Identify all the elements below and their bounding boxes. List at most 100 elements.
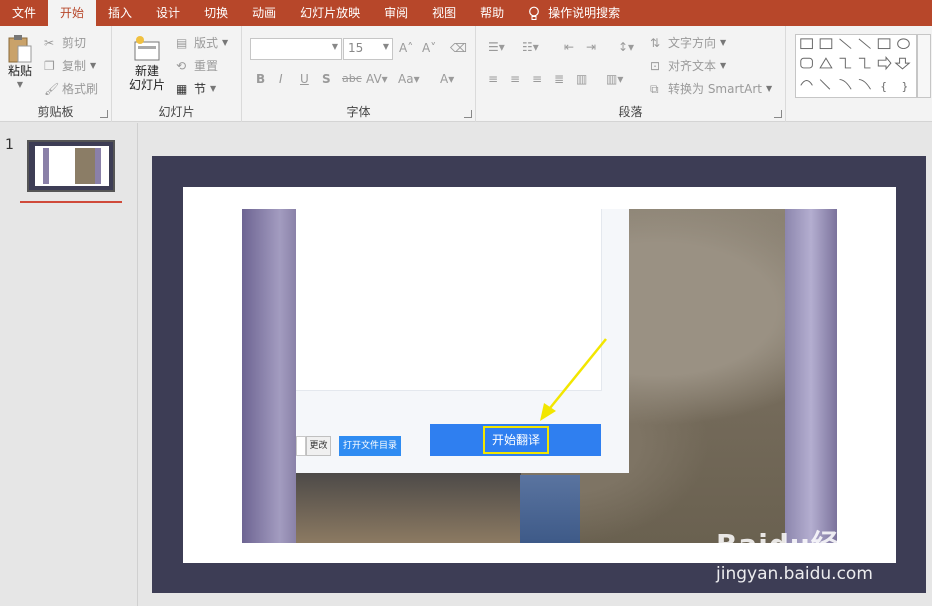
align-text-button[interactable]: ⊡ 对齐文本 ▼ bbox=[650, 57, 726, 74]
clear-format-icon[interactable]: ⌫ bbox=[450, 41, 467, 55]
layout-label: 版式 bbox=[194, 36, 219, 50]
section-icon: ▦ bbox=[176, 81, 188, 96]
image-water bbox=[520, 475, 580, 543]
baidu-watermark-url: jingyan.baidu.com bbox=[716, 564, 873, 584]
font-size-value: 15 bbox=[348, 41, 364, 55]
font-launcher-icon[interactable] bbox=[464, 110, 472, 118]
paste-button[interactable]: 粘贴 ▼ bbox=[4, 34, 36, 92]
group-paragraph: ☰▾ ☷▾ ⇤ ⇥ ↕▾ ≡ ≡ ≡ ≣ ▥ ▥▾ ⇅ 文字方向 ▼ ⊡ 对齐文… bbox=[476, 26, 786, 122]
new-slide-label-1: 新建 bbox=[134, 64, 159, 78]
tab-file[interactable]: 文件 bbox=[0, 0, 48, 26]
bullets-icon[interactable]: ☰▾ bbox=[488, 40, 505, 54]
decrease-indent-icon[interactable]: ⇤ bbox=[564, 40, 574, 54]
font-group-label: 字体 bbox=[346, 105, 371, 119]
format-painter-label: 格式刷 bbox=[62, 82, 99, 96]
character-spacing-icon[interactable]: AV▾ bbox=[366, 72, 388, 86]
font-name-dropdown-icon: ▼ bbox=[331, 42, 338, 51]
convert-smartart-button[interactable]: ⧉ 转换为 SmartArt ▼ bbox=[650, 80, 772, 97]
font-name-field[interactable]: ▼ bbox=[250, 38, 342, 60]
copy-icon: ❐ bbox=[44, 58, 55, 73]
tab-view[interactable]: 视图 bbox=[420, 0, 468, 26]
distributed-icon[interactable]: ▥ bbox=[576, 72, 587, 86]
reset-button[interactable]: ⟲ 重置 bbox=[176, 57, 218, 74]
format-painter-button[interactable]: 🖌 格式刷 bbox=[44, 80, 98, 97]
slide-thumbnail-panel: 1 bbox=[0, 123, 138, 606]
copy-label: 复制 bbox=[62, 59, 87, 73]
section-button[interactable]: ▦ 节 ▼ bbox=[176, 80, 216, 97]
align-right-icon[interactable]: ≡ bbox=[532, 72, 542, 86]
tell-me-search[interactable]: 操作说明搜索 bbox=[516, 0, 632, 26]
font-color-icon[interactable]: A▾ bbox=[440, 72, 454, 86]
group-font: ▼ 15 ▼ A˄ A˅ ⌫ B I U S abc AV▾ Aa▾ A▾ 字体 bbox=[242, 26, 476, 122]
svg-text:}: } bbox=[902, 80, 909, 93]
new-slide-label-2: 幻灯片 bbox=[128, 78, 165, 92]
font-size-field[interactable]: 15 ▼ bbox=[343, 38, 393, 60]
shadow-icon[interactable]: S bbox=[322, 72, 331, 86]
layout-icon: ▤ bbox=[176, 35, 188, 50]
thumbnail-insertion-marker bbox=[20, 201, 122, 203]
change-case-icon[interactable]: Aa▾ bbox=[398, 72, 420, 86]
cut-label: 剪切 bbox=[62, 36, 87, 50]
slide-number: 1 bbox=[5, 137, 14, 153]
line-spacing-icon[interactable]: ↕▾ bbox=[618, 40, 634, 54]
image-rocks-bottom bbox=[296, 473, 521, 543]
clipboard-launcher-icon[interactable] bbox=[100, 110, 108, 118]
columns-icon[interactable]: ▥▾ bbox=[606, 72, 623, 86]
start-translate-label: 开始翻译 bbox=[483, 426, 549, 454]
align-center-icon[interactable]: ≡ bbox=[510, 72, 520, 86]
tab-review[interactable]: 审阅 bbox=[372, 0, 420, 26]
text-direction-button[interactable]: ⇅ 文字方向 ▼ bbox=[650, 34, 726, 51]
paragraph-launcher-icon[interactable] bbox=[774, 110, 782, 118]
paste-icon bbox=[8, 35, 32, 63]
reset-icon: ⟲ bbox=[176, 58, 187, 73]
decrease-font-icon[interactable]: A˅ bbox=[422, 41, 436, 55]
group-clipboard: 粘贴 ▼ ✂ 剪切 ❐ 复制 ▼ 🖌 格式刷 剪贴板 bbox=[0, 26, 112, 122]
ribbon-home: 粘贴 ▼ ✂ 剪切 ❐ 复制 ▼ 🖌 格式刷 剪贴板 新建 幻灯片 ▤ 版式 ▼ bbox=[0, 26, 932, 122]
new-slide-icon bbox=[134, 36, 160, 61]
tab-slideshow[interactable]: 幻灯片放映 bbox=[288, 0, 372, 26]
slide-thumbnail[interactable] bbox=[27, 140, 115, 192]
layout-dropdown-icon: ▼ bbox=[222, 38, 229, 47]
clipboard-group-label: 剪贴板 bbox=[37, 105, 74, 119]
ribbon-tab-bar: 文件 开始 插入 设计 切换 动画 幻灯片放映 审阅 视图 帮助 操作说明搜索 bbox=[0, 0, 932, 26]
layout-button[interactable]: ▤ 版式 ▼ bbox=[176, 34, 228, 51]
shapes-gallery[interactable]: { } bbox=[795, 34, 917, 98]
paragraph-group-label: 段落 bbox=[618, 105, 643, 119]
increase-indent-icon[interactable]: ⇥ bbox=[586, 40, 596, 54]
section-label: 节 bbox=[194, 82, 207, 96]
image-purple-left-edge bbox=[242, 209, 296, 543]
align-text-icon: ⊡ bbox=[650, 58, 661, 73]
shapes-gallery-scroll[interactable] bbox=[917, 34, 931, 98]
align-left-icon[interactable]: ≡ bbox=[488, 72, 498, 86]
numbering-icon[interactable]: ☷▾ bbox=[522, 40, 539, 54]
new-slide-button[interactable]: 新建 幻灯片 bbox=[122, 34, 172, 92]
justify-icon[interactable]: ≣ bbox=[554, 72, 564, 86]
strikethrough-icon[interactable]: abc bbox=[342, 72, 362, 85]
font-size-dropdown-icon: ▼ bbox=[382, 42, 389, 51]
copy-button[interactable]: ❐ 复制 ▼ bbox=[44, 57, 96, 74]
tab-home[interactable]: 开始 bbox=[48, 0, 97, 26]
svg-text:{: { bbox=[880, 80, 887, 93]
italic-icon[interactable]: I bbox=[279, 72, 283, 86]
tab-help[interactable]: 帮助 bbox=[468, 0, 516, 26]
reset-label: 重置 bbox=[194, 59, 219, 73]
copy-dropdown-icon: ▼ bbox=[90, 61, 97, 70]
image-purple-right-edge bbox=[785, 209, 837, 543]
underline-icon[interactable]: U bbox=[300, 72, 309, 86]
tab-insert[interactable]: 插入 bbox=[96, 0, 144, 26]
change-button: 更改 bbox=[306, 436, 331, 456]
slides-group-label: 幻灯片 bbox=[158, 105, 195, 119]
lightbulb-icon bbox=[529, 6, 540, 20]
tab-design[interactable]: 设计 bbox=[144, 0, 192, 26]
tab-animations[interactable]: 动画 bbox=[240, 0, 288, 26]
tab-transitions[interactable]: 切换 bbox=[192, 0, 240, 26]
thumbnail-canvas bbox=[35, 146, 109, 186]
smartart-dropdown-icon: ▼ bbox=[765, 84, 773, 93]
convert-smartart-label: 转换为 SmartArt bbox=[668, 82, 762, 96]
open-folder-button: 打开文件目录 bbox=[339, 436, 401, 456]
cut-button[interactable]: ✂ 剪切 bbox=[44, 34, 86, 51]
text-direction-label: 文字方向 bbox=[668, 36, 717, 50]
tell-me-label: 操作说明搜索 bbox=[548, 6, 621, 20]
bold-icon[interactable]: B bbox=[256, 72, 265, 86]
increase-font-icon[interactable]: A˄ bbox=[399, 41, 413, 55]
